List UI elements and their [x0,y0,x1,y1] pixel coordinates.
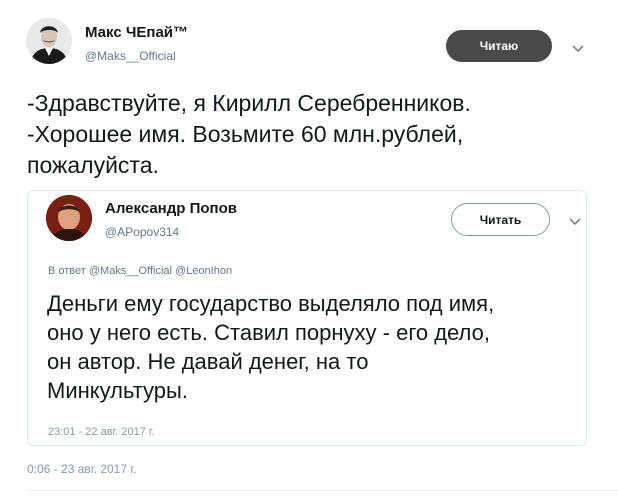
author-avatar[interactable] [26,18,72,64]
author-handle[interactable]: @Maks__Official [85,49,176,63]
quoted-author-avatar[interactable] [46,195,92,241]
quoted-follow-button[interactable]: Читать [451,203,550,236]
author-name[interactable]: Макс ЧЕпай™ [85,24,188,41]
chevron-down-icon[interactable] [567,213,583,229]
quoted-tweet-timestamp[interactable]: 23:01 - 22 авг. 2017 г. [48,426,155,438]
author-avatar-image [26,18,72,64]
divider [27,490,618,491]
quoted-author-name[interactable]: Александр Попов [105,200,237,217]
reply-to-line[interactable]: В ответ @Maks__Official @LeonIhon [48,265,232,277]
quoted-author-handle[interactable]: @APopov314 [105,225,179,239]
tweet-text: -Здравствуйте, я Кирилл Серебренников. -… [27,90,471,178]
quoted-tweet-text: Деньги ему государство выделяло под имя,… [47,291,495,403]
tweet-timestamp[interactable]: 0:06 - 23 авг. 2017 г. [27,462,137,476]
chevron-down-icon[interactable] [570,40,586,56]
quoted-author-avatar-image [46,195,92,241]
follow-button[interactable]: Читаю [446,30,552,62]
